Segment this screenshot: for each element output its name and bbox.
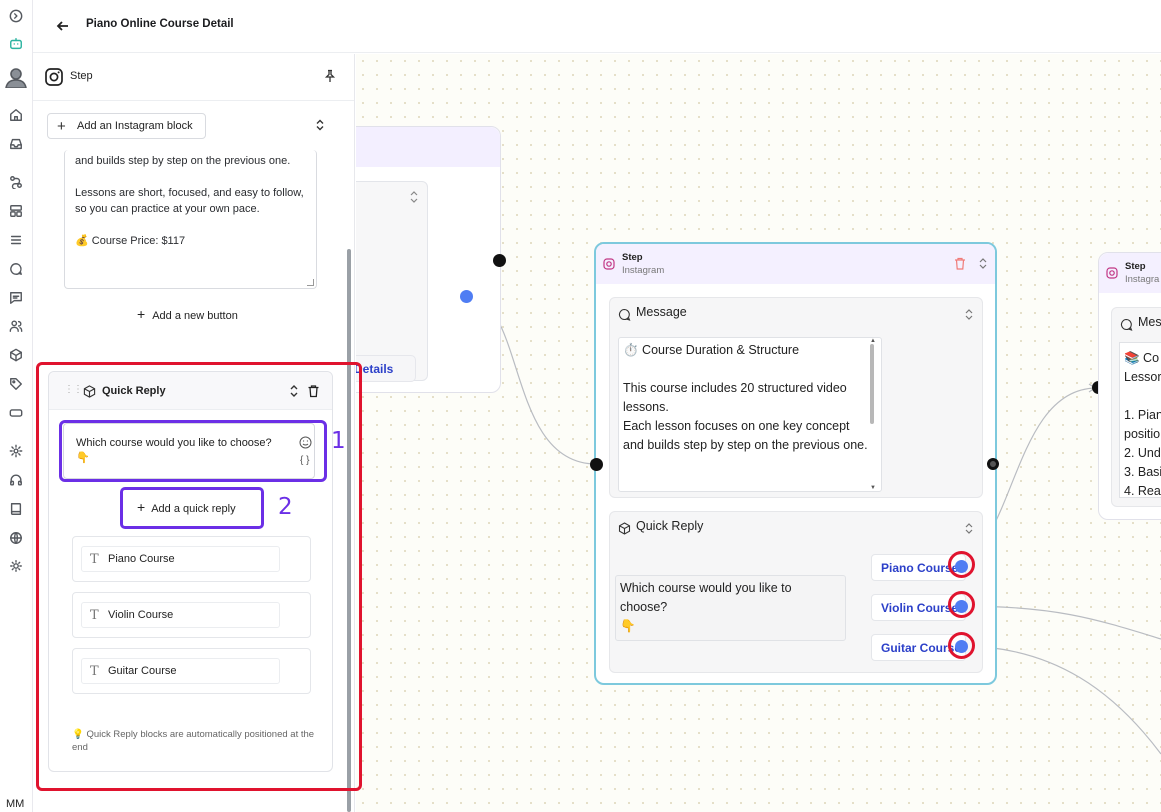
annotation-ring-violin	[948, 591, 975, 618]
message-content[interactable]: 📚 Co Lessor 1. Pian positio 2. Unde 3. B…	[1119, 342, 1161, 498]
collapse-icon[interactable]	[8, 8, 24, 24]
add-block-label: Add an Instagram block	[77, 120, 193, 132]
list-icon[interactable]	[8, 232, 24, 248]
node-channel: Instagram	[622, 265, 665, 276]
chat-icon	[618, 308, 631, 321]
chat-icon[interactable]	[8, 261, 24, 277]
message-content-text: ⏱️ Course Duration & Structure This cour…	[623, 343, 868, 452]
add-new-button[interactable]: + Add a new button	[137, 306, 238, 322]
input-port[interactable]	[590, 458, 603, 471]
flow-canvas[interactable]: More Details Step Instagram Message ⏱️ C…	[356, 54, 1161, 812]
next-step-node[interactable]: Step Instagra Mes 📚 Co Lessor 1. Pian po…	[1098, 252, 1161, 520]
chevron-updown-icon[interactable]	[964, 522, 974, 535]
chevron-updown-icon[interactable]	[313, 118, 327, 132]
chevron-updown-icon[interactable]	[964, 308, 974, 321]
previous-step-node[interactable]: More Details	[356, 126, 501, 393]
plus-icon: +	[137, 306, 146, 322]
message-block[interactable]	[356, 181, 428, 381]
scroll-down-arrow[interactable]: ▼	[870, 485, 876, 491]
message-block[interactable]: Message ⏱️ Course Duration & Structure T…	[609, 297, 983, 498]
instagram-step-node[interactable]: Step Instagram Message ⏱️ Course Duratio…	[594, 242, 997, 685]
annotation-label-1: 1	[331, 428, 346, 454]
message-block-title: Message	[636, 305, 687, 319]
user-avatar-icon[interactable]	[5, 66, 27, 89]
scrollbar[interactable]	[870, 344, 874, 424]
output-port[interactable]	[493, 254, 506, 267]
bot-icon[interactable]	[8, 36, 24, 52]
annotation-ring-guitar	[948, 632, 975, 659]
quick-reply-block-title: Quick Reply	[636, 519, 704, 533]
plus-icon: +	[57, 118, 66, 135]
instagram-icon	[603, 258, 615, 270]
icon-rail: MM	[0, 0, 33, 812]
pin-icon[interactable]	[323, 69, 337, 83]
cube-icon[interactable]	[8, 347, 24, 363]
annotation-ring-piano	[948, 551, 975, 578]
inbox-icon[interactable]	[8, 136, 24, 152]
chevron-updown-icon[interactable]	[408, 190, 420, 204]
delete-node-icon[interactable]	[954, 257, 966, 270]
message-text: and builds step by step on the previous …	[75, 155, 304, 247]
headset-icon[interactable]	[8, 472, 24, 488]
quick-reply-button-label: Piano Course	[881, 561, 959, 575]
layout-icon[interactable]	[8, 203, 24, 219]
message-textarea[interactable]: and builds step by step on the previous …	[64, 150, 317, 289]
message-content[interactable]: ⏱️ Course Duration & Structure This cour…	[618, 337, 882, 492]
top-bar: Piano Online Course Detail	[33, 0, 1161, 53]
message-content-text: 📚 Co Lessor 1. Pian positio 2. Unde 3. B…	[1124, 351, 1161, 498]
panel-title: Step	[70, 70, 93, 82]
scroll-up-arrow[interactable]: ▲	[870, 338, 876, 344]
node-header: Step Instagra	[1099, 253, 1161, 293]
quick-reply-message[interactable]: Which course would you like to choose? 👇	[615, 575, 846, 641]
sun-icon[interactable]	[8, 558, 24, 574]
toggle-icon[interactable]	[8, 405, 24, 421]
instagram-icon	[1106, 267, 1118, 279]
node-header	[356, 127, 500, 167]
node-title: Step	[1125, 261, 1146, 272]
home-icon[interactable]	[8, 107, 24, 123]
contacts-icon[interactable]	[8, 318, 24, 334]
add-new-button-label: Add a new button	[152, 310, 238, 322]
output-port[interactable]	[987, 458, 999, 470]
quick-reply-message-text: Which course would you like to choose? 👇	[620, 581, 792, 633]
node-header: Step Instagram	[596, 244, 995, 284]
quick-reply-button-label: Violin Course	[881, 601, 959, 615]
page-title: Piano Online Course Detail	[86, 18, 234, 30]
annotation-box-2	[120, 487, 264, 529]
chevron-updown-icon[interactable]	[978, 257, 988, 270]
user-initials[interactable]: MM	[6, 798, 24, 810]
book-icon[interactable]	[8, 501, 24, 517]
cube-icon	[618, 522, 631, 535]
output-port[interactable]	[460, 290, 473, 303]
message-square-icon[interactable]	[8, 290, 24, 306]
add-instagram-block-button[interactable]: + Add an Instagram block	[47, 113, 206, 139]
quick-reply-block[interactable]: Quick Reply Which course would you like …	[609, 511, 983, 673]
settings-icon[interactable]	[8, 443, 24, 459]
node-title: Step	[622, 252, 643, 263]
panel-header: Step	[33, 54, 354, 101]
globe-icon[interactable]	[8, 530, 24, 546]
annotation-box-1	[59, 420, 327, 482]
tag-icon[interactable]	[8, 376, 24, 392]
message-block-title: Mes	[1138, 315, 1161, 329]
resize-handle[interactable]	[307, 279, 314, 286]
back-arrow-icon[interactable]	[56, 19, 70, 33]
flow-icon[interactable]	[8, 174, 24, 190]
annotation-label-2: 2	[278, 494, 293, 520]
chat-icon	[1120, 318, 1133, 331]
node-channel: Instagra	[1125, 274, 1160, 285]
more-details-button[interactable]: More Details	[356, 355, 416, 382]
instagram-icon	[44, 67, 64, 87]
